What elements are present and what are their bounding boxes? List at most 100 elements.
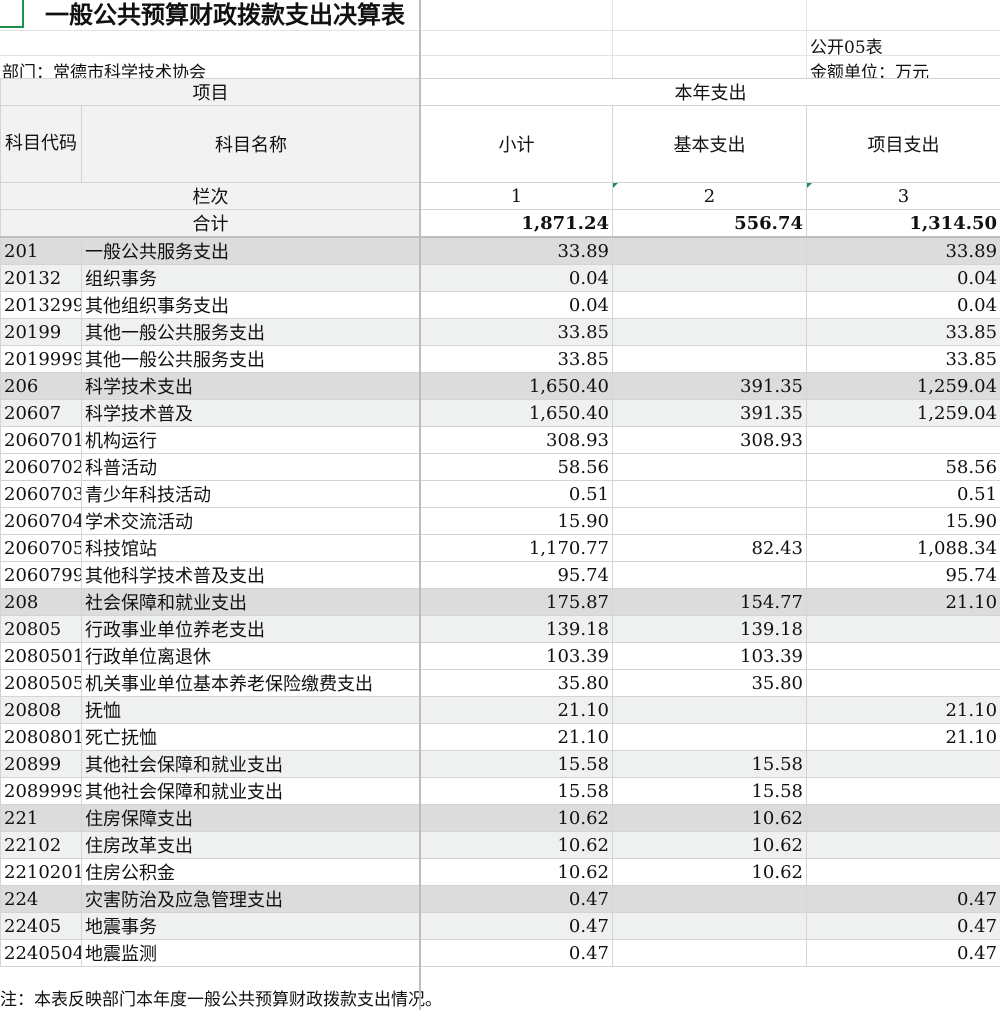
row-item[interactable]: 0.47 — [805, 939, 1000, 967]
row-subtotal[interactable]: 58.56 — [420, 453, 613, 481]
row-basic[interactable] — [612, 480, 807, 508]
row-name[interactable]: 机关事业单位基本养老保险缴费支出 — [81, 669, 421, 697]
row-basic[interactable]: 391.35 — [612, 372, 807, 400]
header-column-index[interactable]: 栏次 — [0, 182, 421, 210]
row-code[interactable]: 22405 — [0, 912, 82, 940]
row-basic[interactable] — [612, 939, 807, 967]
row-basic[interactable] — [612, 885, 807, 913]
row-item[interactable] — [805, 750, 1000, 778]
row-name[interactable]: 抚恤 — [81, 696, 421, 724]
row-name[interactable]: 住房保障支出 — [81, 804, 421, 832]
row-subtotal[interactable]: 175.87 — [420, 588, 613, 616]
row-code[interactable]: 20808 — [0, 696, 82, 724]
row-item[interactable]: 1,259.04 — [805, 399, 1000, 427]
row-code[interactable]: 20899 — [0, 750, 82, 778]
row-code[interactable]: 2060799 — [0, 561, 82, 589]
row-name[interactable]: 一般公共服务支出 — [81, 236, 421, 265]
row-name[interactable]: 地震事务 — [81, 912, 421, 940]
row-item[interactable]: 21.10 — [805, 588, 1000, 616]
row-subtotal[interactable]: 21.10 — [420, 696, 613, 724]
row-subtotal[interactable]: 0.51 — [420, 480, 613, 508]
row-code[interactable]: 2240504 — [0, 939, 82, 967]
row-item[interactable]: 0.47 — [805, 912, 1000, 940]
row-item[interactable]: 21.10 — [805, 696, 1000, 724]
row-basic[interactable]: 10.62 — [612, 804, 807, 832]
row-item[interactable] — [805, 831, 1000, 859]
row-code[interactable]: 20199 — [0, 318, 82, 346]
row-basic[interactable]: 308.93 — [612, 426, 807, 454]
row-name[interactable]: 其他社会保障和就业支出 — [81, 777, 421, 805]
row-code[interactable]: 2080501 — [0, 642, 82, 670]
row-item[interactable]: 58.56 — [805, 453, 1000, 481]
row-basic[interactable] — [612, 291, 807, 319]
row-code[interactable]: 224 — [0, 885, 82, 913]
total-basic[interactable]: 556.74 — [612, 209, 807, 238]
row-subtotal[interactable]: 35.80 — [420, 669, 613, 697]
row-basic[interactable]: 15.58 — [612, 777, 807, 805]
row-basic[interactable] — [612, 696, 807, 724]
row-code[interactable]: 20607 — [0, 399, 82, 427]
row-basic[interactable] — [612, 507, 807, 535]
row-name[interactable]: 学术交流活动 — [81, 507, 421, 535]
row-code[interactable]: 221 — [0, 804, 82, 832]
row-name[interactable]: 科学技术普及 — [81, 399, 421, 427]
row-code[interactable]: 20805 — [0, 615, 82, 643]
row-basic[interactable] — [612, 723, 807, 751]
row-basic[interactable] — [612, 345, 807, 373]
row-item[interactable] — [805, 642, 1000, 670]
row-basic[interactable] — [612, 912, 807, 940]
row-name[interactable]: 住房改革支出 — [81, 831, 421, 859]
row-name[interactable]: 其他一般公共服务支出 — [81, 318, 421, 346]
row-name[interactable]: 科学技术支出 — [81, 372, 421, 400]
row-subtotal[interactable]: 33.85 — [420, 345, 613, 373]
row-basic[interactable]: 15.58 — [612, 750, 807, 778]
row-item[interactable]: 33.85 — [805, 318, 1000, 346]
row-name[interactable]: 行政单位离退休 — [81, 642, 421, 670]
row-subtotal[interactable]: 95.74 — [420, 561, 613, 589]
row-basic[interactable]: 139.18 — [612, 615, 807, 643]
row-item[interactable] — [805, 858, 1000, 886]
row-name[interactable]: 死亡抚恤 — [81, 723, 421, 751]
row-subtotal[interactable]: 15.90 — [420, 507, 613, 535]
row-item[interactable]: 33.85 — [805, 345, 1000, 373]
row-item[interactable]: 15.90 — [805, 507, 1000, 535]
row-subtotal[interactable]: 10.62 — [420, 858, 613, 886]
row-name[interactable]: 其他组织事务支出 — [81, 291, 421, 319]
row-item[interactable]: 0.51 — [805, 480, 1000, 508]
total-item[interactable]: 1,314.50 — [805, 209, 1000, 238]
header-subtotal[interactable]: 小计 — [420, 105, 613, 183]
header-year-expense[interactable]: 本年支出 — [419, 78, 1000, 106]
header-name[interactable]: 科目名称 — [81, 105, 421, 183]
row-subtotal[interactable]: 0.47 — [420, 939, 613, 967]
row-basic[interactable]: 154.77 — [612, 588, 807, 616]
row-subtotal[interactable]: 15.58 — [420, 750, 613, 778]
row-item[interactable]: 0.47 — [805, 885, 1000, 913]
row-item[interactable]: 0.04 — [805, 291, 1000, 319]
row-name[interactable]: 其他一般公共服务支出 — [81, 345, 421, 373]
row-name[interactable]: 青少年科技活动 — [81, 480, 421, 508]
row-item[interactable] — [805, 426, 1000, 454]
header-item[interactable]: 项目支出 — [805, 105, 1000, 183]
row-item[interactable]: 95.74 — [805, 561, 1000, 589]
row-name[interactable]: 住房公积金 — [81, 858, 421, 886]
row-name[interactable]: 机构运行 — [81, 426, 421, 454]
row-basic[interactable] — [612, 264, 807, 292]
row-name[interactable]: 行政事业单位养老支出 — [81, 615, 421, 643]
row-basic[interactable]: 82.43 — [612, 534, 807, 562]
row-code[interactable]: 2019999 — [0, 345, 82, 373]
row-item[interactable]: 1,259.04 — [805, 372, 1000, 400]
row-code[interactable]: 2089999 — [0, 777, 82, 805]
header-code[interactable]: 科目代码 — [0, 105, 82, 183]
row-subtotal[interactable]: 0.47 — [420, 912, 613, 940]
row-subtotal[interactable]: 103.39 — [420, 642, 613, 670]
row-subtotal[interactable]: 15.58 — [420, 777, 613, 805]
row-code[interactable]: 201 — [0, 236, 82, 265]
row-subtotal[interactable]: 139.18 — [420, 615, 613, 643]
row-subtotal[interactable]: 1,650.40 — [420, 372, 613, 400]
row-item[interactable]: 33.89 — [805, 236, 1000, 265]
row-subtotal[interactable]: 10.62 — [420, 804, 613, 832]
row-basic[interactable] — [612, 318, 807, 346]
row-subtotal[interactable]: 10.62 — [420, 831, 613, 859]
row-name[interactable]: 科普活动 — [81, 453, 421, 481]
row-item[interactable] — [805, 615, 1000, 643]
